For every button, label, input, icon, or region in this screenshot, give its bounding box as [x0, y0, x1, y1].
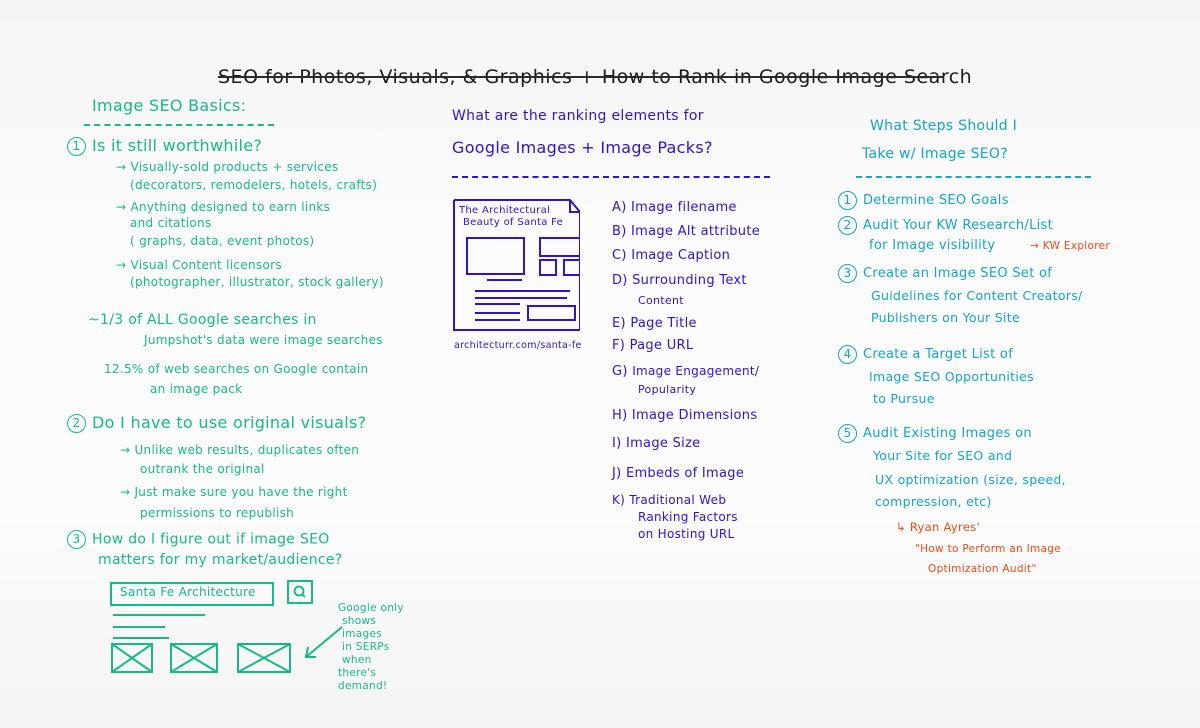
q1-point-3-line1: → Visual Content licensors	[116, 258, 282, 272]
q2-question: 2 Do I have to use original visuals?	[67, 413, 366, 433]
q1-point-2-line1: → Anything designed to earn links	[116, 200, 331, 214]
right-heading-divider	[856, 176, 1091, 178]
result-line	[113, 614, 205, 616]
ranking-element: F) Page URL	[612, 338, 694, 353]
ranking-element: E) Page Title	[612, 316, 697, 331]
step-text: Create an Image SEO Set of	[863, 266, 1053, 281]
number-circle-icon: 1	[838, 191, 857, 210]
step-text: Create a Target List of	[863, 347, 1014, 362]
ranking-element: I) Image Size	[612, 436, 701, 451]
stat-2-line1: 12.5% of web searches on Google contain	[104, 362, 369, 376]
note-line: there's demand!	[338, 667, 388, 692]
ranking-element: A) Image filename	[612, 200, 737, 215]
q1-question: 1 Is it still worthwhile?	[67, 136, 262, 156]
q3-text-line2: matters for my market/audience?	[98, 552, 343, 568]
q1-point-2-line2: and citations	[130, 216, 212, 230]
step-3-line3: Publishers on Your Site	[871, 310, 1020, 325]
ranking-elements-list: A) Image filename B) Image Alt attribute…	[612, 196, 792, 543]
stat-1-line1: ~1/3 of ALL Google searches in	[88, 312, 317, 328]
page-sketch-title-line1: The Architectural	[459, 205, 551, 216]
step-2: 2 Audit Your KW Research/List	[838, 216, 1053, 235]
step-5-line2: Your Site for SEO and	[873, 448, 1013, 463]
ranking-element: B) Image Alt attribute	[612, 224, 761, 239]
q2-point-2-line2: permissions to republish	[140, 506, 295, 520]
reference-author: ↳ Ryan Ayres'	[896, 520, 980, 534]
step-text: Audit Your KW Research/List	[863, 218, 1053, 233]
q1-point-1-line2: (decorators, remodelers, hotels, crafts)	[130, 178, 378, 192]
search-query: Santa Fe Architecture	[120, 585, 256, 599]
ranking-element: J) Embeds of Image	[612, 466, 745, 481]
q3-text-line1: How do I figure out if image SEO	[92, 531, 330, 548]
q1-point-3-line2: (photographer, illustrator, stock galler…	[130, 275, 384, 289]
middle-heading-divider	[452, 176, 770, 178]
result-line	[113, 626, 165, 628]
number-circle-icon: 3	[838, 264, 857, 283]
number-circle-icon: 5	[838, 424, 857, 443]
left-heading-divider	[84, 124, 274, 126]
ranking-element: G) Image Engagement/Popularity	[612, 364, 760, 396]
step-1: 1 Determine SEO Goals	[838, 191, 1009, 210]
reference-title-line2: Optimization Audit"	[928, 563, 1037, 575]
q1-point-1-line1: → Visually-sold products + services	[116, 160, 339, 174]
image-placeholder-row	[111, 643, 291, 673]
page-sketch-title-line2: Beauty of Santa Fe	[463, 217, 564, 228]
number-circle-icon: 1	[67, 137, 86, 156]
q2-point-1-line2: outrank the original	[140, 462, 265, 476]
step-3-line2: Guidelines for Content Creators/	[871, 288, 1083, 303]
step-4-line3: to Pursue	[873, 391, 935, 406]
middle-heading-line2: Google Images + Image Packs?	[452, 138, 713, 157]
right-heading-line2: Take w/ Image SEO?	[862, 146, 1008, 162]
ranking-element: H) Image Dimensions	[612, 408, 758, 423]
note-line: shows images	[342, 615, 382, 640]
middle-heading-line1: What are the ranking elements for	[452, 108, 704, 124]
step-2-line2: for Image visibility	[869, 238, 996, 253]
stat-1-line2: Jumpshot's data were image searches	[144, 333, 383, 347]
ranking-element: D) Surrounding Text Content	[612, 273, 747, 307]
magnifier-icon	[287, 580, 313, 604]
q2-point-2-line1: → Just make sure you have the right	[120, 485, 348, 499]
title-underline	[218, 76, 944, 78]
number-circle-icon: 4	[838, 345, 857, 364]
q3-question: 3 How do I figure out if image SEO	[67, 530, 330, 549]
step-4: 4 Create a Target List of	[838, 345, 1013, 364]
step-3: 3 Create an Image SEO Set of	[838, 264, 1052, 283]
number-circle-icon: 3	[67, 530, 86, 549]
step-5-line4: compression, etc)	[875, 494, 992, 509]
step-5: 5 Audit Existing Images on	[838, 424, 1032, 443]
q2-text: Do I have to use original visuals?	[92, 413, 367, 432]
page-sketch-url: architecturr.com/santa-fe	[454, 340, 582, 351]
kw-explorer-annotation: → KW Explorer	[1030, 240, 1110, 252]
note-line: Google only	[338, 602, 404, 614]
step-5-line3: UX optimization (size, speed,	[875, 472, 1066, 487]
q2-point-1-line1: → Unlike web results, duplicates often	[120, 443, 360, 457]
ranking-element: K) Traditional Web Ranking Factors on Host…	[612, 493, 738, 541]
number-circle-icon: 2	[838, 216, 857, 235]
note-line: in SERPs when	[342, 641, 390, 666]
q1-text: Is it still worthwhile?	[92, 136, 263, 155]
step-4-line2: Image SEO Opportunities	[869, 369, 1034, 384]
right-heading-line1: What Steps Should I	[870, 118, 1018, 134]
result-line	[113, 637, 169, 639]
q1-point-2-line3: ( graphs, data, event photos)	[130, 234, 315, 248]
step-text: Audit Existing Images on	[863, 426, 1032, 441]
serp-note: Google only shows images in SERPs when t…	[338, 602, 418, 693]
ranking-element: C) Image Caption	[612, 248, 731, 263]
stat-2-line2: an image pack	[150, 382, 243, 396]
number-circle-icon: 2	[67, 414, 86, 433]
left-heading: Image SEO Basics:	[92, 96, 247, 115]
step-text: Determine SEO Goals	[863, 193, 1009, 208]
reference-title-line1: "How to Perform an Image	[915, 543, 1062, 555]
